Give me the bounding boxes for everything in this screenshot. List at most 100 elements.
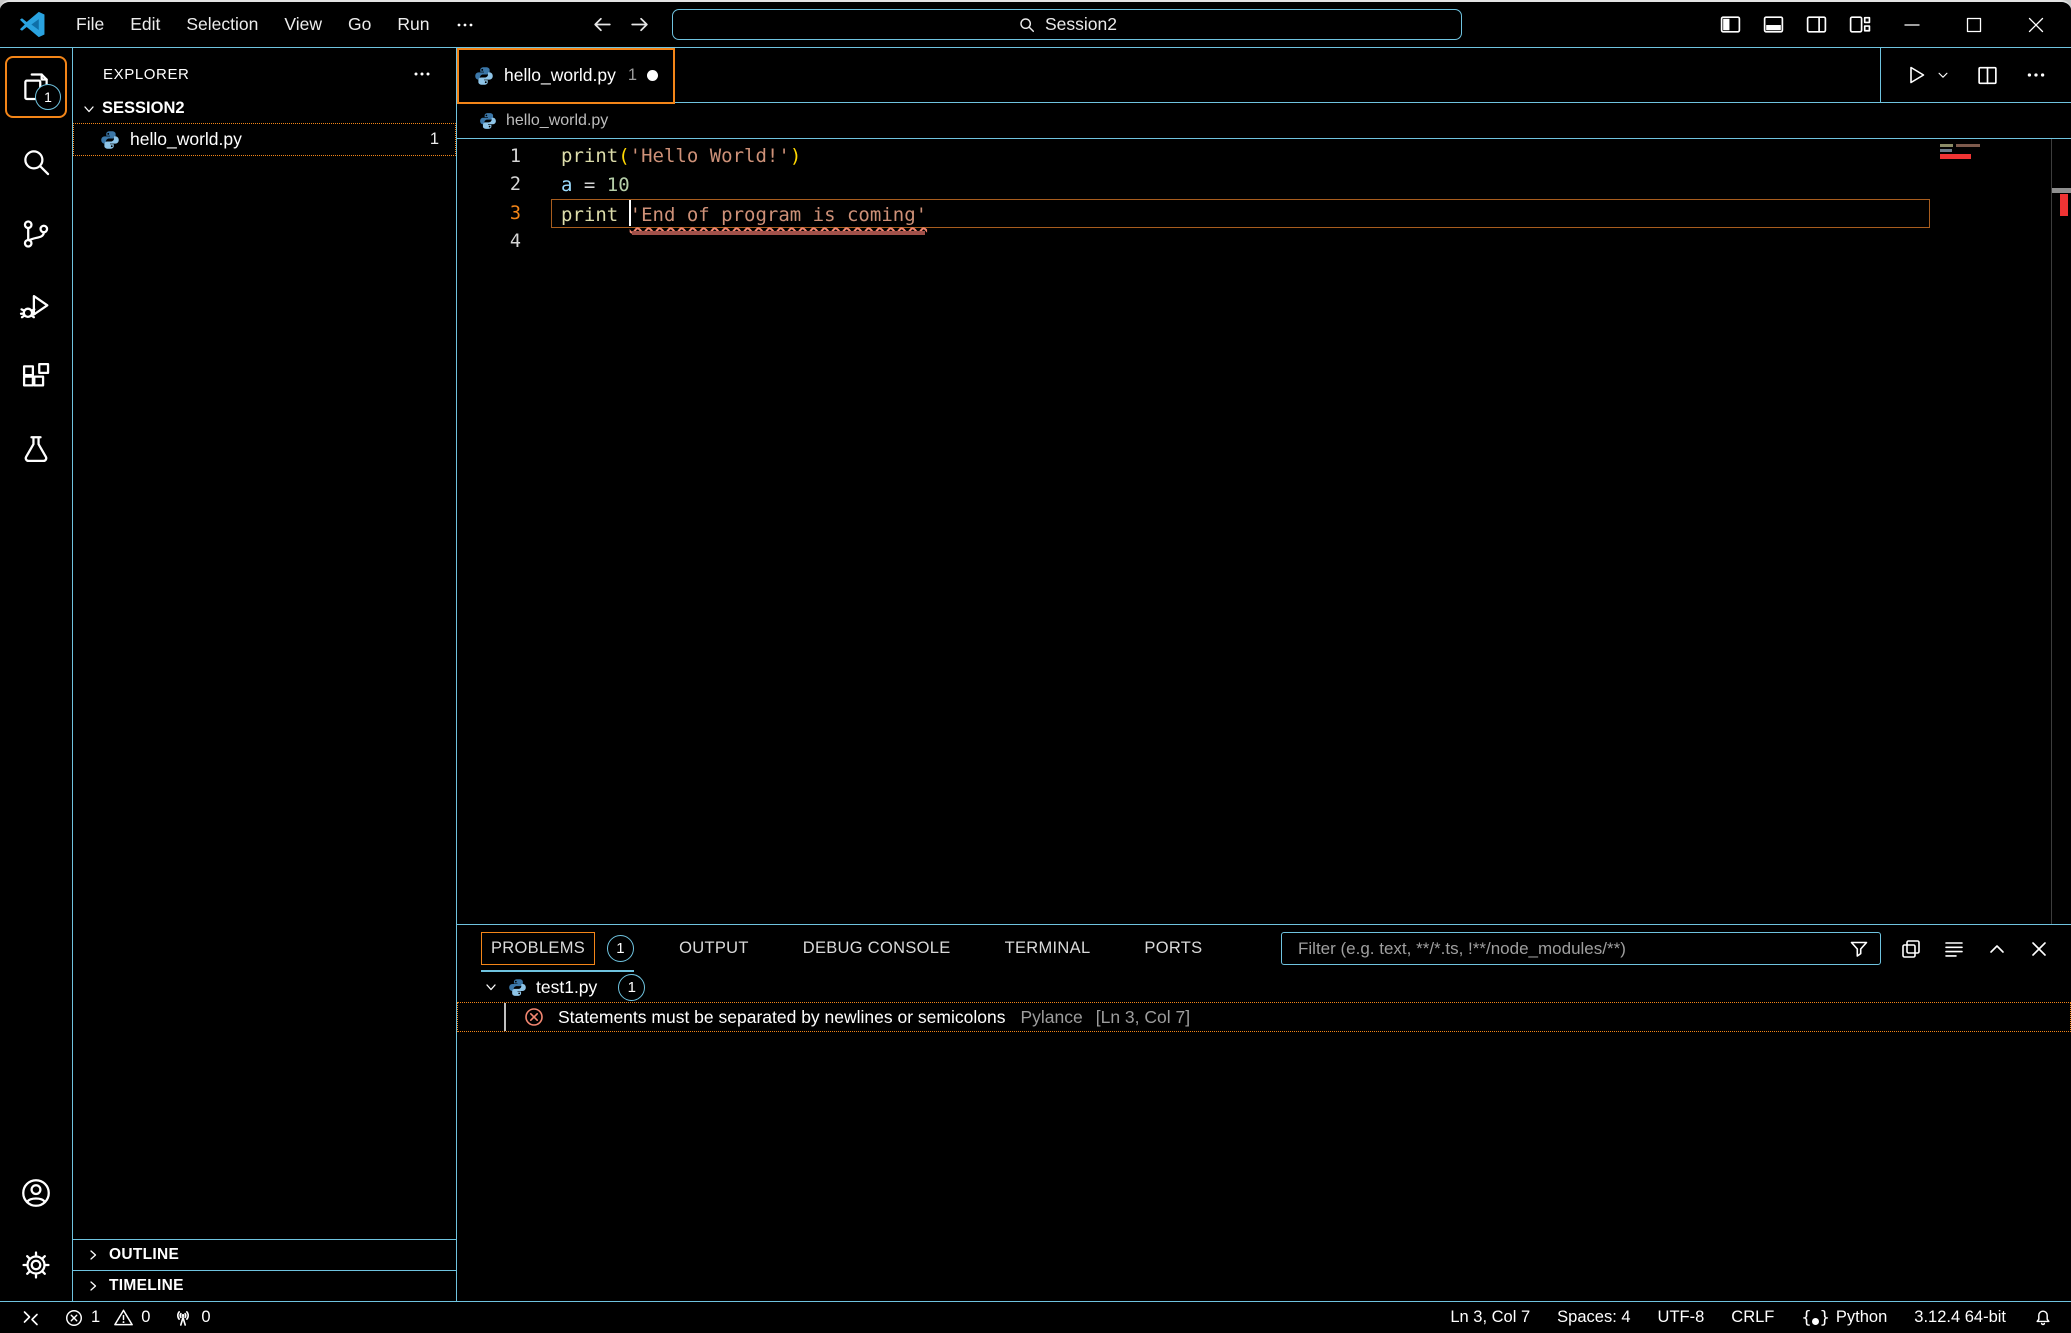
remote-indicator[interactable] bbox=[20, 1307, 42, 1329]
explorer-more-actions-icon[interactable] bbox=[412, 64, 432, 84]
tab-problems[interactable]: PROBLEMS 1 bbox=[481, 932, 634, 965]
code-editor[interactable]: 1 print('Hello World!') 2 a = 10 3 print… bbox=[457, 139, 2071, 924]
menubar: File Edit Selection View Go Run bbox=[63, 9, 488, 40]
indentation[interactable]: Spaces: 4 bbox=[1557, 1308, 1630, 1327]
python-interpreter[interactable]: 3.12.4 64-bit bbox=[1914, 1308, 2006, 1327]
outline-section[interactable]: OUTLINE bbox=[73, 1239, 456, 1270]
language-status-icon: {} bbox=[1801, 1308, 1829, 1328]
sidebar-title: EXPLORER bbox=[103, 66, 190, 83]
problem-source: Pylance bbox=[1020, 1007, 1082, 1028]
view-as-table-icon[interactable] bbox=[1943, 938, 1965, 960]
problems-status[interactable]: 1 0 bbox=[64, 1307, 150, 1328]
overview-ruler[interactable] bbox=[2051, 139, 2071, 924]
editor-more-actions-icon[interactable] bbox=[2025, 64, 2047, 86]
settings-gear-icon[interactable] bbox=[4, 1229, 68, 1301]
group-file-name: test1.py bbox=[536, 977, 597, 998]
minimap-error-line bbox=[1940, 154, 1971, 159]
search-activity-icon[interactable] bbox=[4, 126, 68, 198]
file-problem-badge: 1 bbox=[430, 130, 439, 149]
panel-actions bbox=[1900, 938, 2057, 960]
search-icon bbox=[1018, 16, 1036, 34]
tab-output[interactable]: OUTPUT bbox=[670, 933, 758, 964]
error-underlined-string: 'End of program is coming' bbox=[630, 204, 927, 226]
extensions-activity-icon[interactable] bbox=[4, 342, 68, 414]
ports-status[interactable]: 0 bbox=[172, 1307, 210, 1329]
python-file-icon bbox=[100, 130, 120, 150]
code-line-2: 2 a = 10 bbox=[457, 171, 2071, 200]
breadcrumb-item[interactable]: hello_world.py bbox=[506, 112, 608, 130]
maximize-panel-icon[interactable] bbox=[1986, 938, 2008, 960]
error-circle-icon bbox=[523, 1006, 545, 1028]
collapse-all-icon[interactable] bbox=[1900, 938, 1922, 960]
problems-file-group[interactable]: test1.py 1 bbox=[457, 972, 2071, 1002]
tab-ports[interactable]: PORTS bbox=[1135, 933, 1211, 964]
toggle-sidebar-icon[interactable] bbox=[1709, 6, 1752, 43]
tree-indent-guide bbox=[504, 1003, 506, 1031]
problems-filter-box bbox=[1281, 932, 1881, 965]
encoding[interactable]: UTF-8 bbox=[1658, 1308, 1705, 1327]
line-number: 1 bbox=[457, 146, 521, 167]
tab-label: hello_world.py bbox=[504, 65, 616, 86]
customize-layout-icon[interactable] bbox=[1838, 6, 1881, 43]
modified-dot-icon[interactable] bbox=[647, 70, 658, 81]
problems-filter-input[interactable] bbox=[1296, 938, 1848, 960]
eol-sequence[interactable]: CRLF bbox=[1731, 1308, 1774, 1327]
python-file-icon bbox=[508, 978, 527, 997]
toggle-panel-icon[interactable] bbox=[1752, 6, 1795, 43]
problem-message: Statements must be separated by newlines… bbox=[558, 1007, 1005, 1028]
menu-more-icon[interactable] bbox=[442, 9, 488, 40]
menu-run[interactable]: Run bbox=[384, 9, 442, 40]
editor-actions bbox=[1880, 48, 2071, 102]
file-item-hello-world[interactable]: hello_world.py 1 bbox=[73, 123, 456, 156]
tab-debug-console[interactable]: DEBUG CONSOLE bbox=[794, 933, 960, 964]
file-name: hello_world.py bbox=[130, 129, 242, 150]
python-file-icon bbox=[479, 112, 497, 130]
close-button[interactable] bbox=[2005, 8, 2071, 42]
problem-location: [Ln 3, Col 7] bbox=[1096, 1007, 1190, 1028]
breadcrumb[interactable]: hello_world.py bbox=[457, 103, 2071, 139]
run-python-button[interactable] bbox=[1905, 64, 1950, 86]
source-control-activity-icon[interactable] bbox=[4, 198, 68, 270]
titlebar-right bbox=[1709, 6, 2071, 43]
activity-bar: 1 bbox=[0, 48, 73, 1301]
line-number: 2 bbox=[457, 174, 521, 195]
chevron-down-icon bbox=[81, 101, 97, 117]
split-editor-icon[interactable] bbox=[1976, 64, 1999, 87]
menu-selection[interactable]: Selection bbox=[173, 9, 271, 40]
minimize-button[interactable] bbox=[1881, 8, 1943, 42]
folder-section-session2[interactable]: SESSION2 bbox=[73, 94, 456, 123]
cursor-position[interactable]: Ln 3, Col 7 bbox=[1450, 1308, 1530, 1327]
explorer-activity-icon[interactable]: 1 bbox=[5, 56, 67, 118]
command-center-search[interactable]: Session2 bbox=[672, 9, 1462, 40]
minimap[interactable] bbox=[1937, 141, 2050, 159]
run-debug-activity-icon[interactable] bbox=[4, 270, 68, 342]
maximize-button[interactable] bbox=[1943, 8, 2005, 42]
tab-terminal[interactable]: TERMINAL bbox=[996, 933, 1100, 964]
chevron-down-icon bbox=[1936, 68, 1950, 82]
vscode-logo-icon bbox=[18, 10, 47, 39]
tab-problem-badge: 1 bbox=[628, 66, 637, 85]
menu-file[interactable]: File bbox=[63, 9, 117, 40]
menu-edit[interactable]: Edit bbox=[117, 9, 173, 40]
menu-view[interactable]: View bbox=[271, 9, 335, 40]
testing-activity-icon[interactable] bbox=[4, 414, 68, 486]
language-mode[interactable]: {} Python bbox=[1801, 1308, 1887, 1328]
explorer-badge: 1 bbox=[35, 84, 61, 110]
timeline-section[interactable]: TIMELINE bbox=[73, 1270, 456, 1301]
ruler-error-marker bbox=[2060, 194, 2068, 216]
problem-row-selected[interactable]: Statements must be separated by newlines… bbox=[457, 1002, 2071, 1032]
code-line-1: 1 print('Hello World!') bbox=[457, 142, 2071, 171]
forward-arrow-icon[interactable] bbox=[629, 14, 650, 35]
panel-header: PROBLEMS 1 OUTPUT DEBUG CONSOLE TERMINAL… bbox=[457, 925, 2071, 972]
back-arrow-icon[interactable] bbox=[592, 14, 613, 35]
tab-hello-world[interactable]: hello_world.py 1 bbox=[457, 48, 675, 104]
editor-group: hello_world.py 1 bbox=[457, 48, 2071, 1301]
menu-go[interactable]: Go bbox=[335, 9, 384, 40]
toggle-secondary-sidebar-icon[interactable] bbox=[1795, 6, 1838, 43]
problems-count-badge: 1 bbox=[607, 935, 634, 962]
accounts-icon[interactable] bbox=[4, 1157, 68, 1229]
close-panel-icon[interactable] bbox=[2029, 939, 2049, 959]
history-nav bbox=[592, 14, 650, 35]
tab-bar: hello_world.py 1 bbox=[457, 48, 2071, 103]
notifications-bell-icon[interactable] bbox=[2033, 1308, 2053, 1328]
